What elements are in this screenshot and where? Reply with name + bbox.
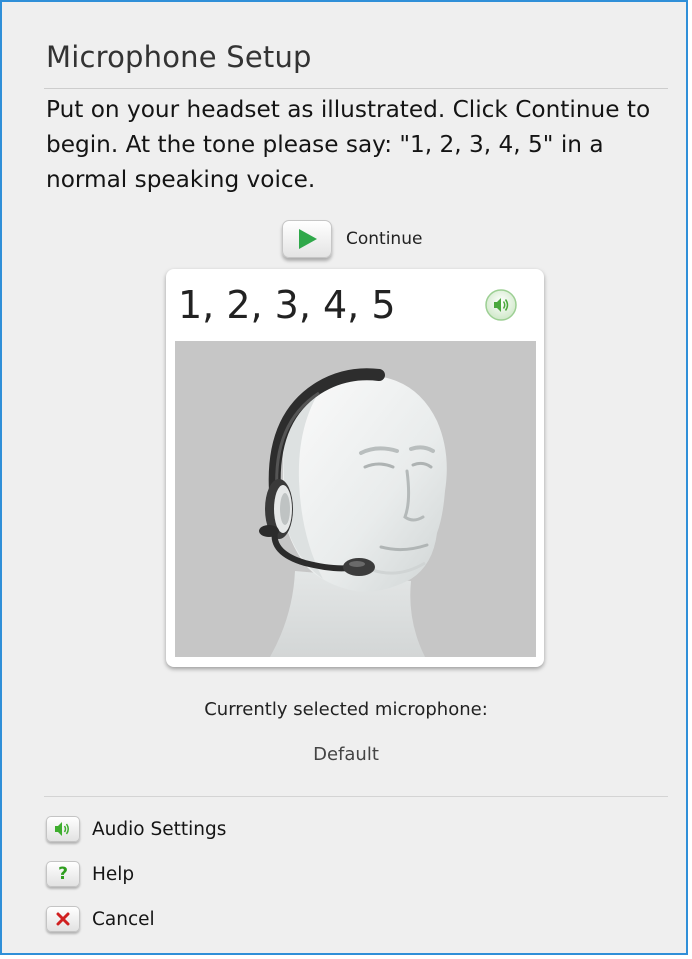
bottom-divider [44,796,668,797]
selected-microphone-value: Default [313,744,379,765]
audio-settings-label[interactable]: Audio Settings [92,819,226,840]
continue-button[interactable] [282,220,332,258]
close-icon[interactable] [46,906,80,932]
cancel-label[interactable]: Cancel [92,909,155,930]
count-prompt: 1, 2, 3, 4, 5 [178,283,396,327]
continue-control[interactable]: Continue [282,217,422,261]
dialog-title: Microphone Setup [46,40,312,74]
instructions-text: Put on your headset as illustrated. Clic… [46,96,651,193]
headset-head-illustration [175,341,536,657]
help-label[interactable]: Help [92,864,134,885]
cancel-link[interactable]: Cancel [46,904,155,934]
head-figure [259,368,447,657]
microphone-setup-dialog: Microphone Setup Put on your headset as … [0,0,688,955]
speaker-icon[interactable] [46,816,80,842]
audio-settings-link[interactable]: Audio Settings [46,814,226,844]
question-icon[interactable]: ? [46,861,80,887]
continue-label[interactable]: Continue [346,229,422,249]
title-divider [44,88,668,89]
speaker-icon [485,289,517,321]
play-icon [299,229,317,249]
headset-illustration-card: 1, 2, 3, 4, 5 [166,269,544,667]
selected-microphone-caption: Currently selected microphone: [204,699,488,720]
help-link[interactable]: ? Help [46,859,134,889]
